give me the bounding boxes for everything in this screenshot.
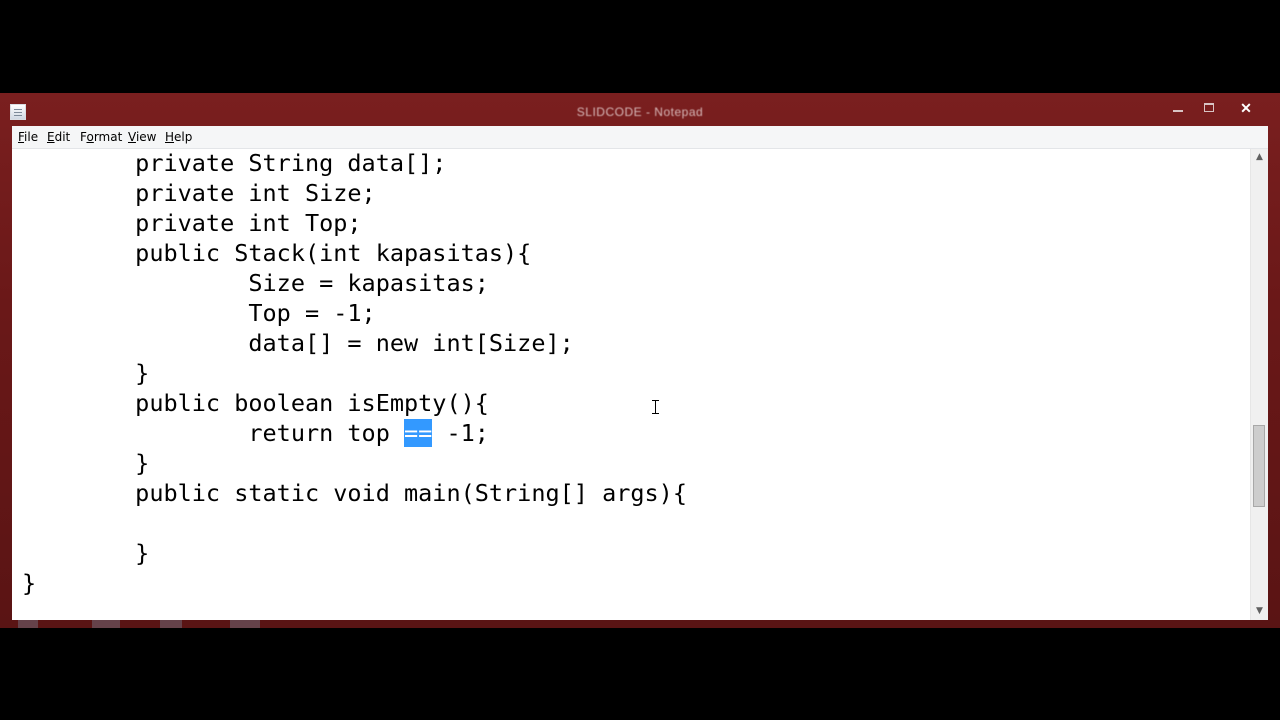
code-line: } xyxy=(22,539,150,567)
code-line: data[] = new int[Size]; xyxy=(22,329,574,357)
menu-edit[interactable]: Edit xyxy=(47,130,70,144)
window-title: SLIDCODE - Notepad xyxy=(576,105,704,119)
scroll-down-icon[interactable]: ▼ xyxy=(1251,603,1268,620)
menu-bar: File Edit Format View Help xyxy=(12,126,1268,149)
minimize-icon xyxy=(1173,110,1183,112)
menu-file[interactable]: File xyxy=(18,130,38,144)
code-line: public boolean isEmpty(){ xyxy=(22,389,489,417)
code-line: Top = -1; xyxy=(22,299,376,327)
code-line: Size = kapasitas; xyxy=(22,269,489,297)
code-line: private String data[]; xyxy=(22,149,447,177)
selected-text: == xyxy=(404,419,433,447)
screen: SLIDCODE - Notepad ✕ File Edit Format Vi… xyxy=(0,0,1280,720)
scrollbar-thumb[interactable] xyxy=(1253,425,1265,507)
ibeam-cursor-icon xyxy=(652,400,659,414)
close-button[interactable]: ✕ xyxy=(1226,98,1266,118)
code-line: public Stack(int kapasitas){ xyxy=(22,239,532,267)
code-text: return top xyxy=(22,419,405,447)
code-line: } xyxy=(22,569,37,597)
code-text: -1; xyxy=(432,419,489,447)
close-icon: ✕ xyxy=(1240,100,1252,116)
minimize-button[interactable] xyxy=(1165,98,1191,118)
taskbar-ghost xyxy=(18,620,38,628)
menu-view[interactable]: View xyxy=(128,130,156,144)
code-line: } xyxy=(22,359,150,387)
taskbar-ghost xyxy=(230,620,260,628)
title-bar[interactable]: SLIDCODE - Notepad ✕ xyxy=(0,93,1280,125)
code-line-selection: return top == -1; xyxy=(22,418,489,448)
maximize-button[interactable] xyxy=(1196,98,1222,118)
notepad-window: SLIDCODE - Notepad ✕ File Edit Format Vi… xyxy=(0,93,1280,628)
taskbar-ghost xyxy=(160,620,182,628)
menu-help[interactable]: Help xyxy=(165,130,192,144)
scroll-up-icon[interactable]: ▲ xyxy=(1251,149,1268,166)
code-line: private int Size; xyxy=(22,179,376,207)
maximize-icon xyxy=(1204,103,1214,112)
code-line: public static void main(String[] args){ xyxy=(22,479,687,507)
taskbar-ghost xyxy=(92,620,120,628)
client-area: File Edit Format View Help private Strin… xyxy=(12,126,1268,620)
text-editor[interactable]: private String data[]; private int Size;… xyxy=(12,149,1250,620)
menu-format[interactable]: Format xyxy=(80,130,122,144)
code-line: private int Top; xyxy=(22,209,362,237)
code-line: } xyxy=(22,449,150,477)
vertical-scrollbar[interactable]: ▲ ▼ xyxy=(1250,149,1268,620)
